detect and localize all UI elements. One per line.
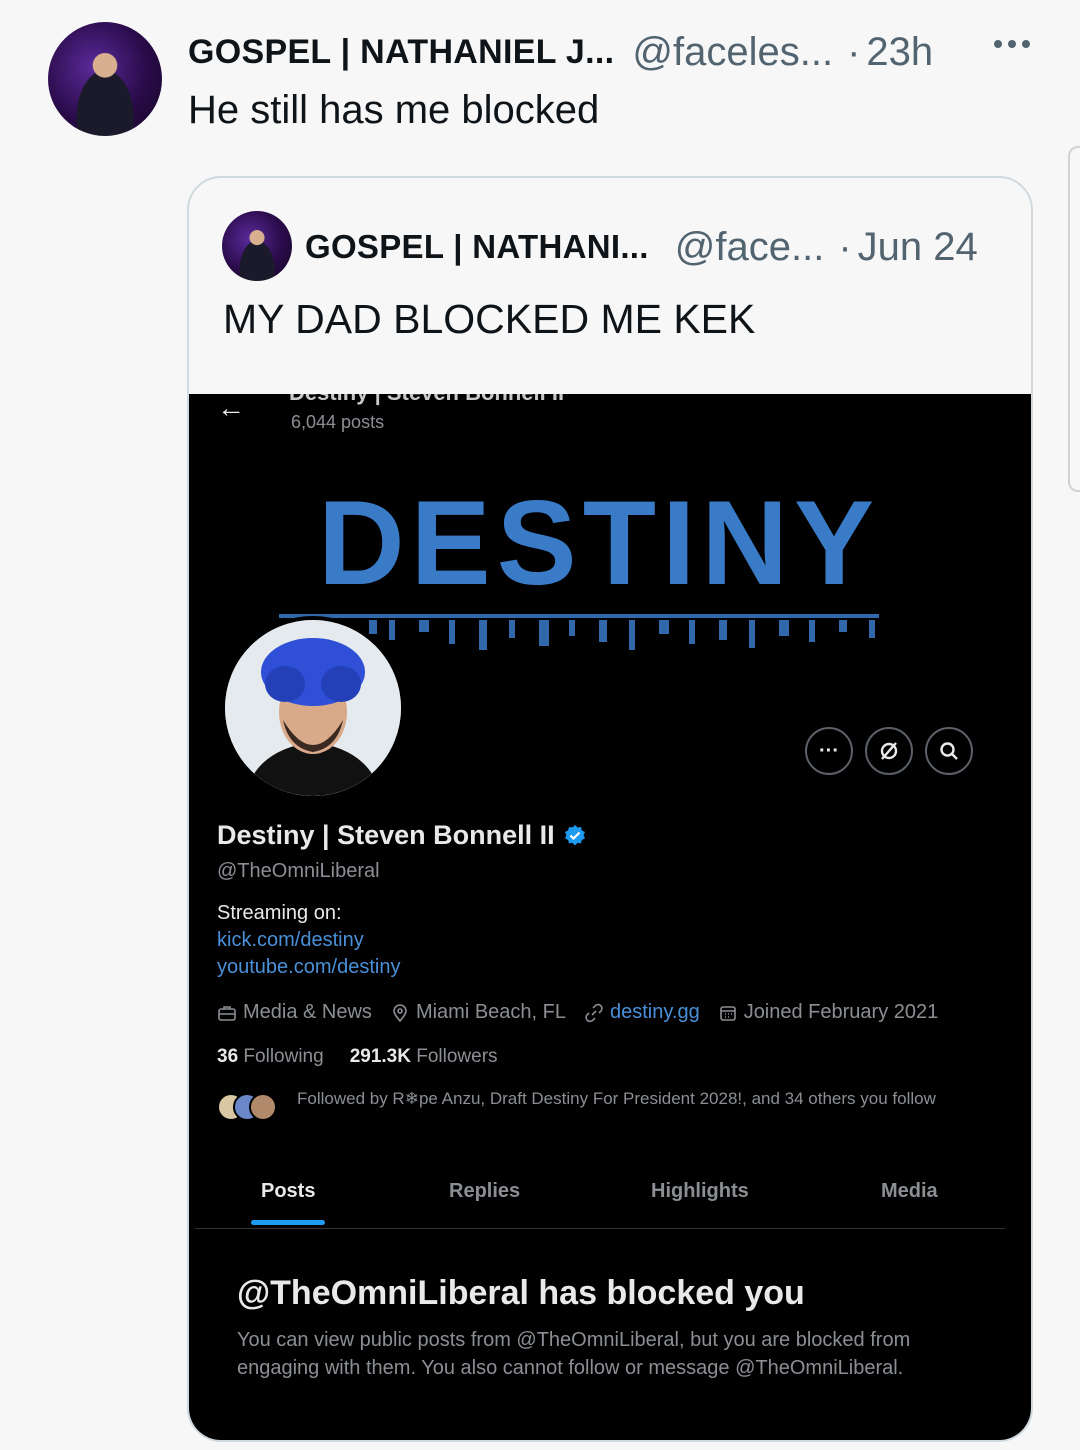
quoted-tweet-header: GOSPEL | NATHANI... @face... · Jun 24 bbox=[305, 218, 978, 276]
tab-media[interactable]: Media bbox=[881, 1180, 938, 1203]
website-link[interactable]: destiny.gg bbox=[610, 1001, 700, 1024]
followers-stat[interactable]: 291.3K Followers bbox=[350, 1046, 498, 1068]
profile-screenshot-image[interactable]: ← Destiny | Steven Bonnell II 6,044 post… bbox=[189, 394, 1031, 1440]
more-options-icon[interactable] bbox=[994, 40, 1030, 48]
joined-text: Joined February 2021 bbox=[743, 1001, 939, 1023]
blocked-heading: @TheOmniLiberal has blocked you bbox=[237, 1274, 805, 1312]
quoted-author-avatar[interactable] bbox=[222, 211, 292, 281]
scrollbar[interactable] bbox=[1068, 146, 1080, 492]
follow-stats: 36 Following 291.3K Followers bbox=[217, 1046, 498, 1068]
location-text: Miami Beach, FL bbox=[415, 1001, 566, 1023]
tweet-text: He still has me blocked bbox=[188, 88, 600, 132]
quoted-tweet[interactable]: GOSPEL | NATHANI... @face... · Jun 24 MY… bbox=[187, 176, 1033, 1442]
author-avatar[interactable] bbox=[48, 22, 162, 136]
tab-replies[interactable]: Replies bbox=[449, 1180, 520, 1203]
posts-count: 6,044 posts bbox=[291, 412, 385, 432]
location-pin-icon bbox=[393, 1003, 407, 1022]
tab-highlights[interactable]: Highlights bbox=[651, 1180, 749, 1203]
bio-link-kick[interactable]: kick.com/destiny bbox=[217, 929, 364, 952]
back-arrow-icon: ← bbox=[217, 394, 245, 423]
profile-meta: Media & News Miami Beach, FL destiny.gg bbox=[217, 1001, 938, 1024]
quoted-author-name: GOSPEL | NATHANI... bbox=[305, 228, 649, 265]
category-item: Media & News bbox=[217, 1001, 372, 1024]
verified-badge-icon bbox=[564, 824, 585, 845]
header-name-cropped: Destiny | Steven Bonnell II bbox=[289, 394, 564, 406]
blocked-description: You can view public posts from @TheOmniL… bbox=[237, 1329, 911, 1379]
more-actions-button[interactable]: ··· bbox=[805, 727, 853, 775]
briefcase-icon bbox=[218, 1005, 236, 1021]
separator-dot: · bbox=[838, 224, 852, 269]
author-handle[interactable]: @faceles... bbox=[632, 30, 833, 75]
quoted-author-handle: @face... bbox=[674, 224, 825, 269]
website-item[interactable]: destiny.gg bbox=[584, 1001, 700, 1024]
link-icon bbox=[585, 1003, 603, 1022]
active-tab-indicator bbox=[251, 1220, 325, 1225]
profile-handle: @TheOmniLiberal bbox=[217, 860, 380, 882]
tweet-time[interactable]: 23h bbox=[866, 30, 933, 75]
banner-text: DESTINY bbox=[318, 476, 880, 610]
profile-tabs: Posts Replies Highlights Media bbox=[195, 1154, 1005, 1229]
followed-by-avatars bbox=[217, 1093, 277, 1121]
search-icon bbox=[940, 742, 958, 760]
followed-by-text[interactable]: Followed by R❄pe Anzu, Draft Destiny For… bbox=[297, 1088, 977, 1110]
tab-posts[interactable]: Posts bbox=[261, 1180, 315, 1203]
grok-icon-button[interactable] bbox=[865, 727, 913, 775]
calendar-icon bbox=[719, 1005, 736, 1021]
tweet-header: GOSPEL | NATHANIEL J... @faceles... · 23… bbox=[188, 24, 1038, 80]
location-item: Miami Beach, FL bbox=[390, 1001, 566, 1024]
quoted-tweet-time: Jun 24 bbox=[857, 224, 978, 269]
separator-dot: · bbox=[847, 29, 861, 74]
author-name[interactable]: GOSPEL | NATHANIEL J... bbox=[188, 33, 614, 72]
search-button[interactable] bbox=[925, 727, 973, 775]
display-name-text: Destiny | Steven Bonnell II bbox=[217, 820, 555, 850]
quoted-tweet-text: MY DAD BLOCKED ME KEK bbox=[223, 296, 756, 342]
bio-text: Streaming on: bbox=[217, 902, 342, 924]
joined-item: Joined February 2021 bbox=[718, 1001, 939, 1024]
profile-avatar[interactable] bbox=[221, 616, 405, 800]
bio-link-youtube[interactable]: youtube.com/destiny bbox=[217, 956, 400, 979]
following-stat[interactable]: 36 Following bbox=[217, 1046, 324, 1068]
profile-display-name: Destiny | Steven Bonnell II bbox=[217, 820, 587, 851]
category-text: Media & News bbox=[243, 1001, 372, 1023]
grok-icon bbox=[880, 742, 898, 760]
